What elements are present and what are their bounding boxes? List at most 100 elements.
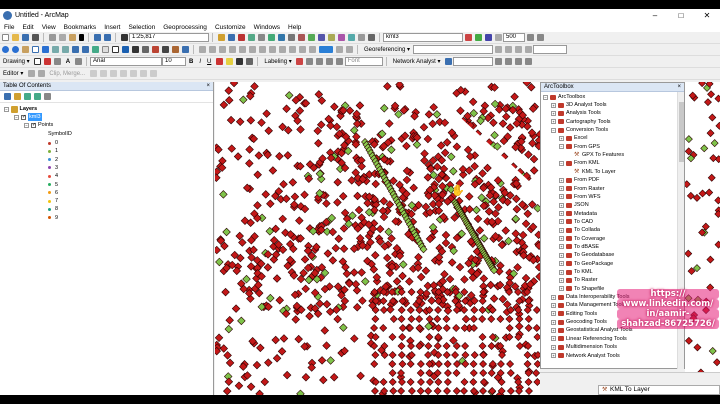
font-size-field[interactable]: 10 bbox=[162, 57, 187, 66]
arctoolbox-close-icon[interactable]: × bbox=[677, 83, 681, 92]
toolbox-toolset-item[interactable]: + From PDF bbox=[559, 176, 599, 184]
tool-icon-c[interactable] bbox=[317, 34, 325, 41]
clip-merge-menu[interactable]: Clip, Merge... bbox=[49, 71, 85, 77]
expand-icon[interactable]: + bbox=[559, 269, 564, 275]
drawing-menu[interactable]: Drawing ▾ bbox=[3, 58, 30, 65]
menu-insert[interactable]: Insert bbox=[100, 24, 124, 31]
edit-disabled-icon-5[interactable] bbox=[129, 70, 137, 77]
zoom-tool-icon-2[interactable] bbox=[536, 34, 544, 41]
select-pointer-icon[interactable] bbox=[111, 46, 119, 53]
menu-geoprocessing[interactable]: Geoprocessing bbox=[159, 24, 211, 31]
fixed-zoom-out-icon[interactable] bbox=[61, 46, 69, 53]
toolbox-toolset-item[interactable]: + JSON bbox=[559, 201, 589, 209]
expand-icon[interactable]: + bbox=[559, 277, 564, 283]
tool-r2-i-icon[interactable] bbox=[298, 46, 306, 53]
tool-r2-f-icon[interactable] bbox=[268, 46, 276, 53]
legend-class[interactable]: 8 bbox=[48, 205, 58, 213]
editor-toolbar-icon[interactable] bbox=[217, 34, 225, 41]
expand-icon[interactable]: + bbox=[551, 102, 556, 108]
menu-file[interactable]: File bbox=[0, 24, 18, 31]
label-manager-icon[interactable] bbox=[296, 58, 304, 65]
expand-icon[interactable]: + bbox=[559, 252, 564, 258]
georef-tool-icon-4[interactable] bbox=[524, 46, 532, 53]
tool-r2-c-icon[interactable] bbox=[238, 46, 246, 53]
georef-tool-icon-2[interactable] bbox=[504, 46, 512, 53]
tool-r2-d-icon[interactable] bbox=[248, 46, 256, 53]
tool-r2-h-icon[interactable] bbox=[288, 46, 296, 53]
toolbox-tool-item[interactable]: ⚒ GPX To Features bbox=[567, 151, 624, 159]
draw-select-icon[interactable] bbox=[34, 58, 42, 65]
identify-icon[interactable] bbox=[121, 46, 129, 53]
toolbox-toolset-item[interactable]: − Conversion Tools bbox=[551, 126, 608, 134]
viewer-icon[interactable] bbox=[181, 46, 189, 53]
font-color-icon[interactable] bbox=[215, 58, 223, 65]
edit-disabled-icon[interactable] bbox=[89, 70, 97, 77]
full-extent-icon[interactable] bbox=[41, 46, 49, 53]
toc-close-icon[interactable]: × bbox=[206, 82, 210, 91]
map-view[interactable]: ✋ bbox=[215, 82, 540, 395]
toolbox-toolset-item[interactable]: − From KML bbox=[559, 159, 600, 167]
print-icon[interactable] bbox=[31, 34, 39, 41]
save-icon[interactable] bbox=[21, 34, 29, 41]
collapse-icon[interactable]: − bbox=[559, 160, 564, 166]
redo-icon[interactable] bbox=[103, 34, 111, 41]
expand-icon[interactable]: + bbox=[559, 219, 564, 225]
legend-class[interactable]: 4 bbox=[48, 172, 58, 180]
measure-icon[interactable] bbox=[141, 46, 149, 53]
toolbox-tool-item[interactable]: ⚒ KML To Layer bbox=[567, 168, 616, 176]
tool-icon-d[interactable] bbox=[327, 34, 335, 41]
toolbox-toolset-item[interactable]: + Data Management Tools bbox=[551, 301, 626, 309]
new-map-icon[interactable] bbox=[1, 34, 9, 41]
edit-tool-icon[interactable] bbox=[27, 70, 35, 77]
network-analyst-menu[interactable]: Network Analyst ▾ bbox=[393, 58, 441, 65]
menu-windows[interactable]: Windows bbox=[250, 24, 284, 31]
tool-icon-b[interactable] bbox=[307, 34, 315, 41]
fill-color-icon[interactable] bbox=[225, 58, 233, 65]
legend-class[interactable]: 3 bbox=[48, 164, 58, 172]
legend-class[interactable]: 2 bbox=[48, 156, 58, 164]
time-slider-icon[interactable] bbox=[171, 46, 179, 53]
tool-r2-a-icon[interactable] bbox=[218, 46, 226, 53]
expand-icon[interactable]: + bbox=[559, 261, 564, 267]
toolbox-toolset-item[interactable]: + Multidimension Tools bbox=[551, 343, 617, 351]
tool-r2-l-icon[interactable] bbox=[345, 46, 353, 53]
layer-tool-icon[interactable] bbox=[464, 34, 472, 41]
collapse-icon[interactable]: − bbox=[551, 127, 556, 133]
help-icon[interactable] bbox=[287, 34, 295, 41]
html-popup-icon[interactable] bbox=[161, 46, 169, 53]
network-tool-icon-5[interactable] bbox=[524, 58, 532, 65]
toolbox-toolset-item[interactable]: + Analysis Tools bbox=[551, 109, 601, 117]
edit-vertices-icon[interactable] bbox=[74, 58, 82, 65]
minimize-button[interactable]: – bbox=[642, 9, 668, 22]
arctoolbox-icon[interactable] bbox=[237, 34, 245, 41]
legend-class[interactable]: 1 bbox=[48, 147, 58, 155]
python-icon[interactable] bbox=[247, 34, 255, 41]
edit-disabled-icon-7[interactable] bbox=[149, 70, 157, 77]
open-folder-icon[interactable] bbox=[11, 34, 19, 41]
underline-button[interactable]: U bbox=[207, 59, 211, 65]
layer-kml3[interactable]: − kml3 bbox=[14, 113, 42, 121]
color-swatch-icon[interactable] bbox=[318, 46, 333, 53]
forward-extent-icon[interactable] bbox=[81, 46, 89, 53]
expand-icon[interactable]: + bbox=[551, 336, 556, 342]
edit-disabled-icon-4[interactable] bbox=[119, 70, 127, 77]
toolbox-toolset-item[interactable]: + To GeoPackage bbox=[559, 260, 613, 268]
line-color-icon[interactable] bbox=[235, 58, 243, 65]
georef-tool-icon[interactable] bbox=[494, 46, 502, 53]
expand-icon[interactable]: + bbox=[559, 227, 564, 233]
sublayer-visibility-checkbox[interactable] bbox=[31, 121, 36, 129]
zoom-field[interactable]: 500 bbox=[503, 33, 525, 42]
maximize-button[interactable]: □ bbox=[668, 9, 694, 22]
label-tool-icon-3[interactable] bbox=[326, 58, 334, 65]
expand-icon[interactable]: + bbox=[559, 186, 564, 191]
toc-icon[interactable] bbox=[227, 34, 235, 41]
marker-color-icon[interactable] bbox=[245, 58, 253, 65]
legend-class[interactable]: 7 bbox=[48, 197, 58, 205]
toolbox-toolset-item[interactable]: + To Shapefile bbox=[559, 285, 604, 293]
tool-r2-b-icon[interactable] bbox=[228, 46, 236, 53]
list-by-selection-icon[interactable] bbox=[33, 93, 41, 100]
rectangle-icon[interactable] bbox=[54, 58, 62, 65]
hyperlink-icon[interactable] bbox=[151, 46, 159, 53]
tool-icon-e[interactable] bbox=[337, 34, 345, 41]
catalog-icon[interactable] bbox=[257, 34, 265, 41]
